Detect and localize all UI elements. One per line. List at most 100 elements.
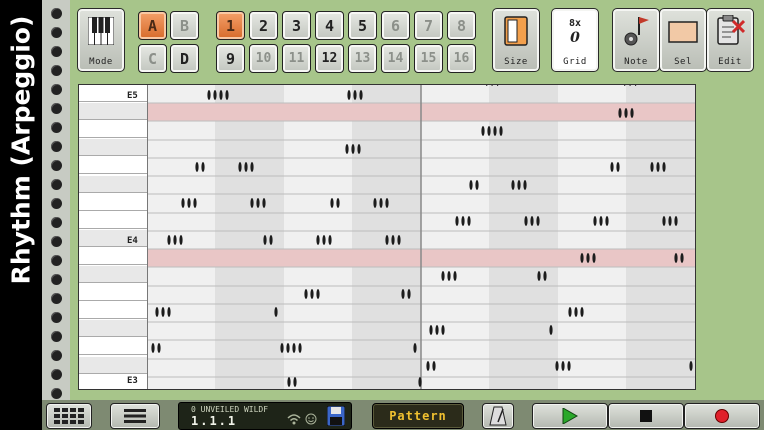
note-event[interactable] [567,361,571,371]
grid-button[interactable]: 8x 0 Grid [551,8,599,72]
notes-layer[interactable] [79,85,695,389]
note-event[interactable] [322,235,326,245]
note-event[interactable] [524,216,528,226]
pattern-key-11[interactable]: 11 [282,44,311,73]
stop-button[interactable] [608,403,684,429]
note-event[interactable] [167,235,171,245]
pattern-key-8[interactable]: 8 [447,11,476,40]
note-event[interactable] [336,198,340,208]
menu-button[interactable] [110,403,160,429]
note-event[interactable] [167,307,171,317]
note-event[interactable] [689,361,693,371]
note-event[interactable] [592,253,596,263]
save-disk-icon[interactable] [327,406,345,426]
note-event[interactable] [610,162,614,172]
note-event[interactable] [413,343,417,353]
bank-d-key[interactable]: D [170,44,199,73]
note-event[interactable] [292,343,296,353]
note-event[interactable] [207,90,211,100]
note-event[interactable] [151,343,155,353]
note-event[interactable] [401,289,405,299]
grid-menu-button[interactable] [46,403,92,429]
note-event[interactable] [467,216,471,226]
note-event[interactable] [225,90,229,100]
note-event[interactable] [426,361,430,371]
pattern-key-16[interactable]: 16 [447,44,476,73]
note-event[interactable] [298,343,302,353]
pattern-key-12[interactable]: 12 [315,44,344,73]
note-event[interactable] [330,198,334,208]
note-event[interactable] [432,361,436,371]
pattern-key-10[interactable]: 10 [249,44,278,73]
pattern-key-13[interactable]: 13 [348,44,377,73]
note-event[interactable] [195,162,199,172]
note-event[interactable] [586,253,590,263]
note-event[interactable] [616,162,620,172]
note-event[interactable] [580,307,584,317]
note-event[interactable] [630,108,634,118]
note-event[interactable] [418,377,422,387]
note-event[interactable] [179,235,183,245]
note-event[interactable] [447,271,451,281]
note-event[interactable] [316,289,320,299]
piano-roll[interactable]: E5 E4 E3 ... ... [78,84,696,390]
pattern-key-3[interactable]: 3 [282,11,311,40]
note-event[interactable] [517,180,521,190]
note-event[interactable] [345,144,349,154]
pattern-key-5[interactable]: 5 [348,11,377,40]
note-event[interactable] [353,90,357,100]
note-event[interactable] [662,216,666,226]
note-event[interactable] [523,180,527,190]
note-event[interactable] [187,198,191,208]
note-event[interactable] [263,235,267,245]
pattern-key-7[interactable]: 7 [414,11,443,40]
pattern-key-15[interactable]: 15 [414,44,443,73]
note-event[interactable] [469,180,473,190]
note-event[interactable] [238,162,242,172]
note-event[interactable] [310,289,314,299]
note-event[interactable] [481,126,485,136]
note-event[interactable] [668,216,672,226]
note-event[interactable] [250,162,254,172]
note-event[interactable] [599,216,603,226]
note-event[interactable] [262,198,266,208]
note-event[interactable] [461,216,465,226]
note-event[interactable] [397,235,401,245]
note-event[interactable] [161,307,165,317]
note-event[interactable] [157,343,161,353]
note-event[interactable] [543,271,547,281]
note-event[interactable] [536,216,540,226]
note-event[interactable] [286,343,290,353]
note-event[interactable] [359,90,363,100]
edit-button[interactable]: Edit [706,8,754,72]
note-event[interactable] [351,144,355,154]
note-event[interactable] [213,90,217,100]
size-button[interactable]: Size [492,8,540,72]
note-event[interactable] [287,377,291,387]
note-event[interactable] [680,253,684,263]
note-event[interactable] [250,198,254,208]
song-display[interactable]: 0 UNVEILED WILDF 1.1.1 [178,402,352,430]
note-event[interactable] [347,90,351,100]
note-event[interactable] [662,162,666,172]
note-event[interactable] [549,325,553,335]
note-event[interactable] [304,289,308,299]
note-event[interactable] [391,235,395,245]
note-event[interactable] [624,108,628,118]
note-event[interactable] [441,271,445,281]
pattern-key-9[interactable]: 9 [216,44,245,73]
pattern-key-4[interactable]: 4 [315,11,344,40]
note-event[interactable] [274,307,278,317]
note-button[interactable]: Note [612,8,660,72]
note-event[interactable] [605,216,609,226]
note-event[interactable] [328,235,332,245]
note-event[interactable] [487,126,491,136]
note-event[interactable] [385,235,389,245]
note-event[interactable] [193,198,197,208]
note-event[interactable] [373,198,377,208]
note-event[interactable] [493,126,497,136]
note-event[interactable] [173,235,177,245]
mode-button[interactable]: Mode [77,8,125,72]
note-event[interactable] [293,377,297,387]
note-event[interactable] [475,180,479,190]
